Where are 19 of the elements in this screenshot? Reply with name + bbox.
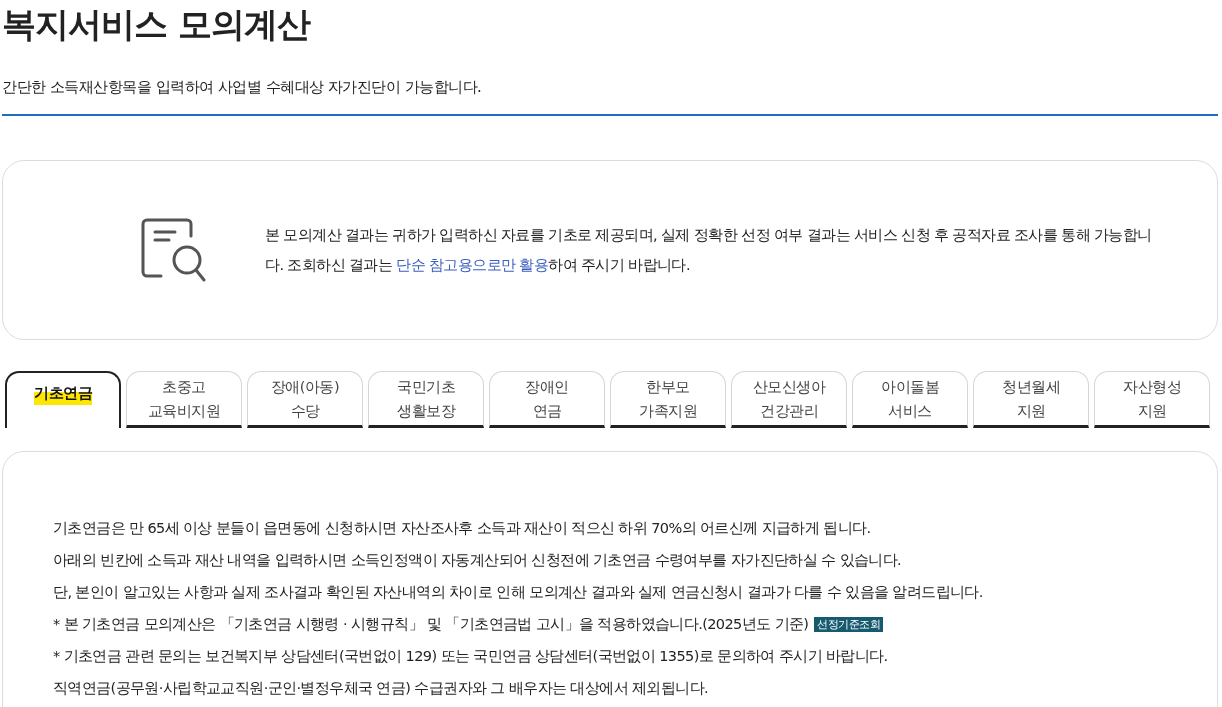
page-subtitle: 간단한 소득재산항목을 입력하여 사업별 수혜대상 자가진단이 가능합니다. — [2, 77, 483, 98]
tab[interactable]: 자산형성 지원 — [1094, 371, 1210, 428]
info-text: 단, 본인이 알고있는 사항과 실제 조사결과 확인된 자산내역의 차이로 인해 모의계산 결과와 실제 연금신청시 결과가 다를 수 있음을 알려드립니다. — [53, 582, 983, 602]
tab[interactable]: 한부모 가족지원 — [610, 371, 726, 428]
info-text: * 기초연금 관련 문의는 보건복지부 상담센터(국번없이 129) 또는 국민연금 상담센터(국번없이 1355)로 문의하여 주시기 바랍니다. — [53, 646, 888, 666]
info-text: 기초연금은 만 65세 이상 분들이 읍면동에 신청하시면 자산조사후 소득과 재산이 적으신 하위 70%의 어르신께 지급하게 됩니다. — [53, 518, 871, 538]
info-text: * 본 기초연금 모의계산은 「기초연금 시행령 · 시행규칙」 및 「기초연금법 고시」을 적용하였습니다.(2025년도 기준) — [53, 614, 809, 634]
tab[interactable]: 산모신생아 건강관리 — [731, 371, 847, 428]
tab[interactable]: 장애(아동) 수당 — [247, 371, 363, 428]
notice-text: 본 모의계산 결과는 귀하가 입력하신 자료를 기초로 제공되며, 실제 정확한 선정 여부 결과는 서비스 신청 후 공적자료 조사를 통해 가능합니다. 조회하신 결과는 단순 참고용으로만 활용하여 주시기 바랍니다. — [265, 226, 1153, 275]
tab[interactable]: 청년월세 지원 — [973, 371, 1089, 428]
tab[interactable]: 아이돌봄 서비스 — [852, 371, 968, 428]
tab[interactable]: 장애인 연금 — [489, 371, 605, 428]
page-title: 복지서비스 모의계산 — [2, 3, 312, 46]
info-text: 아래의 빈칸에 소득과 재산 내역을 입력하시면 소득인정액이 자동계산되어 신청전에 기초연금 수령여부를 자가진단하실 수 있습니다. — [53, 550, 902, 570]
info-text: 직역연금(공무원·사립학교교직원·군인·별정우체국 연금) 수급권자와 그 배우자는 대상에서 제외됩니다. — [53, 678, 708, 698]
criteria-button[interactable]: 선정기준조회 — [814, 616, 884, 632]
tab[interactable]: 초중고 교육비지원 — [126, 371, 242, 428]
tab[interactable]: 국민기초 생활보장 — [368, 371, 484, 428]
